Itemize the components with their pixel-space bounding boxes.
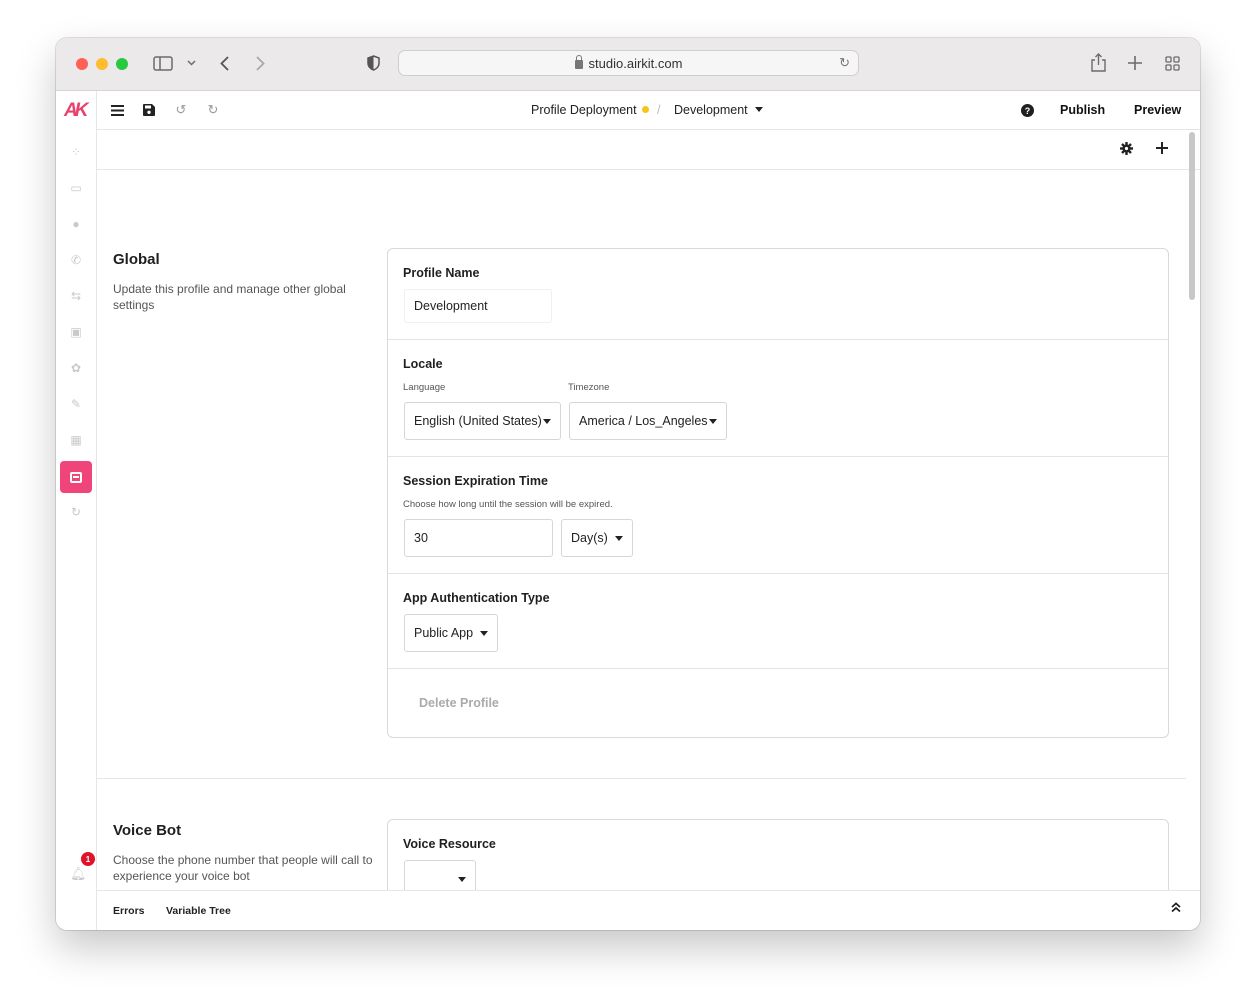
voice-bot-card: Voice Resource (387, 819, 1169, 890)
tab-variable-tree[interactable]: Variable Tree (166, 905, 231, 917)
bell-icon[interactable]: 🔔︎ (70, 866, 87, 882)
redo-icon[interactable]: ↻ (205, 102, 221, 118)
breadcrumb-separator: / (657, 103, 661, 117)
profile-dropdown-label: Development (674, 103, 748, 117)
sidebar-toggle-icon[interactable] (153, 55, 173, 71)
calendar-icon[interactable]: ▦ (69, 433, 83, 447)
session-amount-input[interactable]: 30 (404, 519, 553, 557)
chevron-down-icon[interactable] (186, 57, 196, 69)
close-window-button[interactable] (76, 58, 88, 70)
profile-dropdown[interactable]: Development (674, 103, 763, 117)
preview-button[interactable]: Preview (1134, 103, 1181, 117)
global-settings-card: Profile Name Development Locale Language… (387, 248, 1169, 738)
voice-bot-section-title: Voice Bot (113, 822, 182, 839)
airkit-logo[interactable]: AK (64, 100, 89, 122)
undo-icon[interactable]: ↺ (173, 102, 189, 118)
auth-type-select[interactable]: Public App (404, 614, 498, 652)
menu-icon[interactable] (109, 102, 125, 118)
shield-icon[interactable] (366, 55, 380, 71)
address-bar[interactable]: studio.airkit.com ↻ (398, 50, 859, 76)
left-rail: AK ⁘ ▭ ● ✆ ⇆ ▣ ✿ ✎ ▦ ↻ 🔔︎ 1 A (56, 91, 97, 930)
profile-name-input[interactable]: Development (404, 289, 552, 323)
caret-down-icon (754, 107, 763, 112)
voice-bot-section-description: Choose the phone number that people will… (113, 853, 373, 883)
delete-profile-row: Delete Profile (388, 669, 1168, 737)
voice-resource-row: Voice Resource (388, 820, 1168, 890)
profile-name-row: Profile Name Development (388, 249, 1168, 340)
reload-icon[interactable]: ↻ (839, 55, 850, 71)
url-text: studio.airkit.com (588, 55, 683, 71)
back-icon[interactable] (218, 55, 230, 71)
connections-icon[interactable]: ⇆ (69, 289, 83, 303)
gear-icon[interactable] (1120, 142, 1133, 159)
zoom-window-button[interactable] (116, 58, 128, 70)
global-section-description: Update this profile and manage other glo… (113, 282, 346, 312)
session-amount-value: 30 (414, 531, 428, 545)
flow-icon[interactable]: ⁘ (69, 145, 83, 159)
help-icon[interactable]: ? (1021, 104, 1034, 117)
chat-icon[interactable]: ● (69, 217, 83, 231)
delete-profile-button[interactable]: Delete Profile (419, 696, 499, 710)
settings-gear-icon[interactable]: ✿ (69, 361, 83, 375)
session-expiration-label: Session Expiration Time (403, 474, 548, 488)
browser-window: studio.airkit.com ↻ AK ⁘ ▭ ● ✆ ⇆ ▣ ✿ ✎ ▦… (56, 38, 1200, 930)
new-tab-icon[interactable] (1127, 55, 1143, 71)
voice-resource-label: Voice Resource (403, 837, 496, 851)
publish-button[interactable]: Publish (1060, 103, 1105, 117)
locale-row: Locale Language Timezone English (United… (388, 340, 1168, 457)
caret-down-icon (615, 536, 623, 541)
caret-down-icon (480, 631, 488, 636)
caret-down-icon (458, 877, 466, 882)
add-icon[interactable] (1156, 141, 1168, 158)
lock-icon (574, 54, 583, 69)
auth-type-label: App Authentication Type (403, 591, 550, 605)
share-icon[interactable] (1090, 52, 1106, 72)
breadcrumb-app-label: Profile Deployment (531, 103, 637, 117)
session-expiration-help: Choose how long until the session will b… (403, 499, 613, 510)
browser-toolbar: studio.airkit.com ↻ (56, 38, 1200, 91)
caret-down-icon (543, 419, 551, 424)
auth-type-value: Public App (414, 626, 474, 640)
timezone-value: America / Los_Angeles (579, 414, 708, 428)
expand-panel-icon[interactable] (1171, 902, 1181, 916)
profile-name-value: Development (414, 299, 488, 313)
app-topbar: ↺ ↻ Profile Deployment / Development ? P… (97, 91, 1200, 130)
global-section-title: Global (113, 251, 160, 268)
bottom-panel-bar: Errors Variable Tree (97, 890, 1200, 930)
tab-overview-icon[interactable] (1164, 55, 1180, 71)
language-select[interactable]: English (United States) (404, 402, 561, 440)
unsaved-indicator (641, 106, 649, 113)
phone-icon[interactable]: ✆ (69, 253, 83, 267)
language-label: Language (403, 382, 446, 393)
profile-settings-icon[interactable] (60, 461, 92, 493)
locale-label: Locale (403, 357, 443, 371)
web-page-icon[interactable]: ▭ (69, 181, 83, 195)
media-icon[interactable]: ▣ (69, 325, 83, 339)
auth-type-row: App Authentication Type Public App (388, 574, 1168, 669)
minimize-window-button[interactable] (96, 58, 108, 70)
content-toolbar (97, 130, 1200, 170)
caret-down-icon (709, 419, 717, 424)
voice-resource-select[interactable] (404, 860, 476, 890)
language-value: English (United States) (414, 414, 542, 428)
save-icon[interactable] (141, 102, 157, 118)
profile-name-label: Profile Name (403, 266, 480, 280)
notification-badge: 1 (81, 852, 95, 866)
tab-errors[interactable]: Errors (113, 905, 145, 917)
breadcrumb-app[interactable]: Profile Deployment (531, 103, 649, 117)
sync-icon[interactable]: ↻ (69, 505, 83, 519)
brush-icon[interactable]: ✎ (69, 397, 83, 411)
timezone-select[interactable]: America / Los_Angeles (569, 402, 727, 440)
section-divider (97, 778, 1186, 779)
forward-icon[interactable] (254, 55, 266, 71)
scrollbar[interactable] (1189, 132, 1195, 300)
session-unit-select[interactable]: Day(s) (561, 519, 633, 557)
session-unit-value: Day(s) (571, 531, 608, 545)
session-expiration-row: Session Expiration Time Choose how long … (388, 457, 1168, 574)
profile-content: Global Update this profile and manage ot… (97, 170, 1186, 890)
timezone-label: Timezone (568, 382, 610, 393)
